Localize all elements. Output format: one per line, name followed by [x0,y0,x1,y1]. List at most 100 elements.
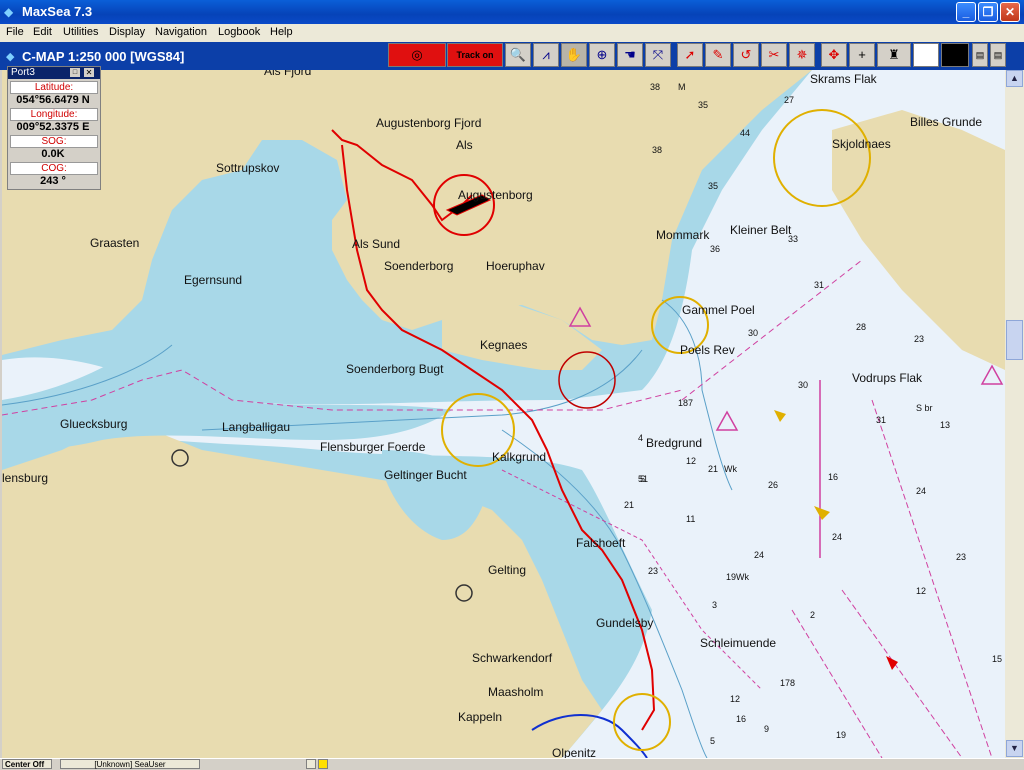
depth-sounding: 12 [916,586,927,596]
place-label: Bredgrund [646,436,703,450]
depth-sounding: 9 [764,724,770,734]
depth-sounding: 21 [708,464,719,474]
depth-sounding: 26 [768,480,779,490]
pencil-icon[interactable]: ✎ [705,43,731,67]
color-white-swatch[interactable] [913,43,939,67]
depth-sounding: 23 [648,566,659,576]
panel-title: Port3 [11,67,35,78]
sog-value: 0.0K [41,148,65,160]
menu-display[interactable]: Display [109,26,145,38]
depth-sounding: 30 [798,380,809,390]
track-on-button[interactable]: Track on [447,43,503,67]
place-label: Schleimuende [700,636,777,650]
depth-sounding: 4 [638,433,644,443]
scroll-thumb[interactable] [1006,320,1023,360]
close-button[interactable]: ✕ [1000,2,1020,22]
place-label: lensburg [2,471,49,485]
latitude-value: 054°56.6479 N [16,94,90,106]
panel-restore-button[interactable]: □ [70,68,80,77]
color-black-swatch[interactable] [941,43,969,67]
restore-button[interactable]: ❐ [978,2,998,22]
panel-header[interactable]: Port3 □ ✕ [8,67,100,79]
move-icon[interactable]: ✥ [821,43,847,67]
depth-sounding: 36 [710,244,721,254]
scroll-up-button[interactable]: ▲ [1006,70,1023,87]
select-arrow-icon[interactable]: ➚ [677,43,703,67]
compass-icon[interactable]: ⩘ [533,43,559,67]
status-bar: Center Off [Unknown] SeaUser [0,758,1024,769]
place-label: Kleiner Belt [730,223,792,237]
route-icon[interactable]: ✵ [789,43,815,67]
depth-sounding: 24 [832,532,843,542]
depth-sounding: 7 [688,398,694,408]
depth-sounding: M [678,82,686,92]
place-label: Kegnaes [480,338,528,352]
depth-sounding: 11 [686,514,696,524]
undo-icon[interactable]: ↺ [733,43,759,67]
place-label: Gluecksburg [60,417,128,431]
panel-close-button[interactable]: ✕ [84,68,94,77]
place-label: Langballigau [222,420,291,434]
place-label: Geltinger Bucht [384,468,467,482]
depth-sounding: 2 [810,610,816,620]
depth-sounding: 8 [790,678,796,688]
place-label: Gelting [488,563,527,577]
menu-edit[interactable]: Edit [33,26,52,38]
menu-bar: File Edit Utilities Display Navigation L… [0,24,1024,42]
depth-sounding: Wk [724,464,737,474]
depth-sounding: 44 [740,128,751,138]
window-title: MaxSea 7.3 [22,4,93,19]
place-label: Gundelsby [596,616,654,630]
measure-icon[interactable]: ⤧ [645,43,671,67]
depth-sounding: 31 [876,415,887,425]
menu-navigation[interactable]: Navigation [155,26,207,38]
scissors-icon[interactable]: ✂ [761,43,787,67]
depth-sounding: 35 [698,100,709,110]
plus-icon[interactable]: + [849,43,875,67]
longitude-value: 009°52.3375 E [16,121,90,133]
zoom-icon[interactable]: 🔍 [505,43,531,67]
target-button[interactable]: ◎ [388,43,446,67]
place-label: Egernsund [184,273,243,287]
depth-sounding: 24 [916,486,927,496]
place-label: Kappeln [458,710,503,724]
lighthouse-icon[interactable]: ♜ [877,43,911,67]
depth-sounding: 13 [940,420,951,430]
window-tile-icon[interactable]: ▤ [972,43,988,67]
place-label: Als [456,138,473,152]
depth-sounding: 21 [624,500,635,510]
vertical-scrollbar[interactable]: ▲ ▼ [1005,70,1024,758]
depth-sounding: 35 [708,181,719,191]
depth-sounding: 31 [814,280,825,290]
crosshair-icon[interactable]: ⊕ [589,43,615,67]
place-label: Billes Grunde [910,115,983,129]
place-label: Kalkgrund [492,450,547,464]
depth-sounding: 28 [856,322,867,332]
window-list-icon[interactable]: ▤ [990,43,1006,67]
sog-label: SOG: [10,135,98,148]
hand-icon[interactable]: ☚ [617,43,643,67]
nautical-chart[interactable]: Als Fjord Augustenborg Fjord Als Sottrup… [2,70,1005,758]
place-label: Skjoldnaes [832,137,891,151]
pan-hand-icon[interactable]: ✋ [561,43,587,67]
menu-logbook[interactable]: Logbook [218,26,260,38]
menu-utilities[interactable]: Utilities [63,26,98,38]
menu-help[interactable]: Help [270,26,293,38]
depth-sounding: 12 [686,456,697,466]
depth-sounding: 23 [956,552,967,562]
place-label: Augustenborg [458,188,533,202]
depth-sounding: Wk [736,572,749,582]
place-label: Augustenborg Fjord [376,116,482,130]
scroll-down-button[interactable]: ▼ [1006,740,1023,757]
title-bar: ◆ MaxSea 7.3 _ ❐ ✕ [0,0,1024,24]
position-panel[interactable]: Port3 □ ✕ Latitude: 054°56.6479 N Longit… [7,66,101,190]
minimize-button[interactable]: _ [956,2,976,22]
place-label: Soenderborg Bugt [346,362,444,376]
depth-sounding: 16 [828,472,839,482]
place-label: Hoeruphav [486,259,545,273]
menu-file[interactable]: File [6,26,24,38]
target-icon: ◎ [411,47,423,62]
place-label: Vodrups Flak [852,371,923,385]
place-label: Falshoeft [576,536,626,550]
depth-sounding: 16 [736,714,747,724]
